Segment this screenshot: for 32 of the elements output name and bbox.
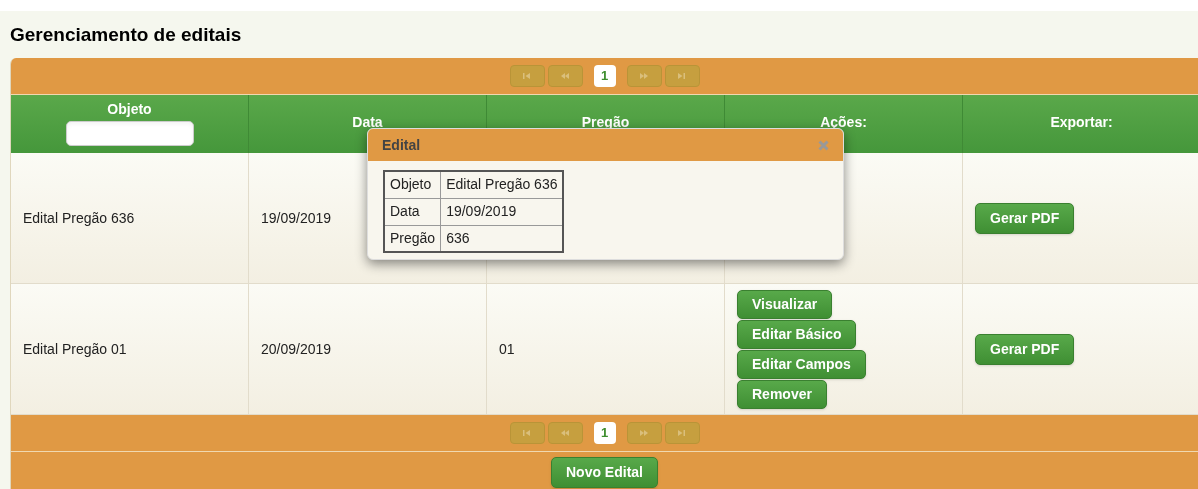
table-cell: 20/09/2019: [249, 284, 487, 415]
new-button[interactable]: Novo Edital: [551, 456, 658, 488]
column-title: Pregão: [581, 114, 630, 130]
fast-forward-icon: [639, 72, 649, 80]
skip-end-icon: [677, 72, 687, 80]
filter-input[interactable]: [65, 121, 194, 146]
export-button[interactable]: Gerar PDF: [975, 202, 1075, 234]
skip-start-icon: [522, 429, 532, 437]
field-label: Objeto: [384, 171, 441, 198]
skip-end-icon: [677, 429, 687, 437]
field-label: Data: [384, 198, 441, 225]
page-button[interactable]: 1: [593, 65, 616, 87]
column-title: Ações:: [820, 114, 867, 130]
export-button[interactable]: Gerar PDF: [975, 333, 1075, 365]
page-button[interactable]: 1: [593, 422, 616, 444]
table-cell: 01: [487, 284, 725, 415]
rewind-icon: [560, 429, 570, 437]
action-button[interactable]: Remover: [737, 379, 827, 409]
column-title: Objeto: [107, 101, 152, 117]
rewind-icon: [560, 72, 570, 80]
page-title: Gerenciamento de editais: [10, 23, 243, 47]
column-title: Data: [352, 114, 383, 130]
action-button[interactable]: Editar Campos: [737, 349, 866, 379]
dialog-title: Edital: [382, 135, 421, 155]
close-icon[interactable]: [818, 139, 829, 151]
action-button[interactable]: Visualizar: [737, 289, 833, 319]
table-cell: Edital Pregão 01: [11, 284, 249, 415]
fast-forward-icon: [639, 429, 649, 437]
action-button[interactable]: Editar Básico: [737, 319, 857, 349]
column-title: Exportar:: [1050, 114, 1113, 130]
skip-start-icon: [522, 72, 532, 80]
table-cell: Edital Pregão 636: [11, 153, 249, 284]
